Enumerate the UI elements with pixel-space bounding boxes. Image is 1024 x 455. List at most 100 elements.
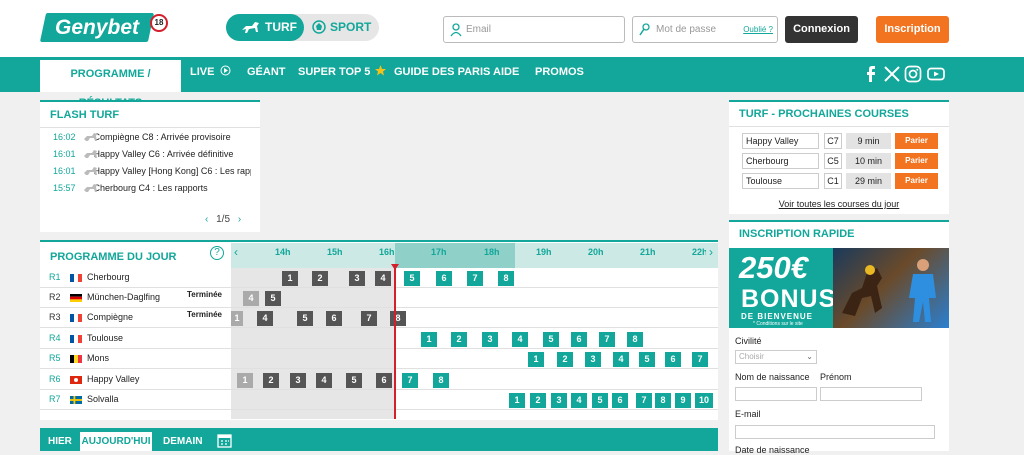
flash-item[interactable]: 16:02 Compiègne C8 : Arrivée provisoire xyxy=(53,132,251,142)
course-square[interactable]: 7 xyxy=(361,311,377,326)
course-square[interactable]: 4 xyxy=(243,291,259,306)
x-icon[interactable] xyxy=(883,65,901,83)
course-square[interactable]: 1 xyxy=(528,352,544,367)
course-square[interactable]: 9 xyxy=(675,393,691,408)
nom-label: Nom de naissance xyxy=(735,372,810,382)
course-square[interactable]: 8 xyxy=(390,311,406,326)
password-field[interactable]: Mot de passe Oublié ? xyxy=(632,16,778,43)
email-label: E-mail xyxy=(735,409,761,419)
chevron-right-icon[interactable]: › xyxy=(238,214,241,225)
voir-toutes-link[interactable]: Voir toutes les courses du jour xyxy=(729,199,949,209)
course-square[interactable]: 5 xyxy=(404,271,420,286)
parier-button[interactable]: Parier xyxy=(895,133,938,149)
course-square[interactable]: 1 xyxy=(421,332,437,347)
flash-item[interactable]: 15:57 Cherbourg C4 : Les rapports xyxy=(53,183,251,193)
course-square[interactable]: 5 xyxy=(639,352,655,367)
civilite-select[interactable]: Choisir ⌄ xyxy=(735,350,817,364)
course-square[interactable]: 7 xyxy=(467,271,483,286)
course-square[interactable]: 6 xyxy=(665,352,681,367)
course-square[interactable]: 5 xyxy=(543,332,559,347)
course-square[interactable]: 4 xyxy=(613,352,629,367)
forgot-password-link[interactable]: Oublié ? xyxy=(743,17,773,42)
genybet-logo[interactable]: Genybet xyxy=(39,13,155,42)
course-square[interactable]: 6 xyxy=(376,373,392,388)
youtube-icon[interactable] xyxy=(927,65,945,83)
course-square[interactable]: 10 xyxy=(695,393,713,408)
chevron-left-icon[interactable]: ‹ xyxy=(205,214,208,225)
course-square[interactable]: 6 xyxy=(436,271,452,286)
course-square[interactable]: 8 xyxy=(433,373,449,388)
nav-super-top-5[interactable]: SUPER TOP 5 xyxy=(298,57,387,92)
flash-item[interactable]: 16:01 Happy Valley [Hong Kong] C6 : Les r… xyxy=(53,166,251,176)
course-square[interactable]: 7 xyxy=(692,352,708,367)
nav-promos[interactable]: PROMOS xyxy=(535,57,584,92)
course-square[interactable]: 7 xyxy=(402,373,418,388)
course-square[interactable]: 7 xyxy=(599,332,615,347)
bonus-banner[interactable]: 250€ BONUS DE BIENVENUE * Conditions sur… xyxy=(729,248,949,328)
course-square[interactable]: 4 xyxy=(512,332,528,347)
course-square[interactable]: 4 xyxy=(375,271,391,286)
course-square[interactable]: 8 xyxy=(498,271,514,286)
course-square[interactable]: 2 xyxy=(263,373,279,388)
turf-toggle[interactable]: TURF xyxy=(226,14,304,41)
course-square[interactable]: 3 xyxy=(290,373,306,388)
nav-aide[interactable]: AIDE xyxy=(493,57,519,92)
day-hier[interactable]: HIER xyxy=(48,428,72,451)
course-square[interactable]: 1 xyxy=(509,393,525,408)
nav-live-label: LIVE xyxy=(190,66,215,78)
course-square[interactable]: 8 xyxy=(655,393,671,408)
reunion-row[interactable]: R4 Toulouse xyxy=(40,329,718,349)
course-square[interactable]: 5 xyxy=(346,373,362,388)
inscription-email-input[interactable] xyxy=(735,425,935,439)
course-square[interactable]: 5 xyxy=(592,393,608,408)
course-square[interactable]: 6 xyxy=(612,393,628,408)
nav-live[interactable]: LIVE xyxy=(190,57,231,92)
connexion-button[interactable]: Connexion xyxy=(785,16,858,43)
course-square[interactable]: 4 xyxy=(257,311,273,326)
day-demain[interactable]: DEMAIN xyxy=(163,428,202,451)
chevron-right-icon[interactable]: › xyxy=(709,245,713,259)
course-square[interactable]: 8 xyxy=(627,332,643,347)
reunion-row[interactable]: R3 Compiègne Terminée xyxy=(40,308,718,328)
nav-guide-des-paris[interactable]: GUIDE DES PARIS xyxy=(394,57,490,92)
civilite-value: Choisir xyxy=(739,352,764,361)
parier-button[interactable]: Parier xyxy=(895,173,938,189)
course-square[interactable]: 1 xyxy=(237,373,253,388)
course-square[interactable]: 1 xyxy=(282,271,298,286)
nav-programme-resultats[interactable]: PROGRAMME / RÉSULTATS xyxy=(40,57,181,109)
calendar-icon[interactable] xyxy=(217,433,232,448)
course-square[interactable]: 3 xyxy=(585,352,601,367)
nom-input[interactable] xyxy=(735,387,817,401)
parier-button[interactable]: Parier xyxy=(895,153,938,169)
course-square[interactable]: 7 xyxy=(636,393,652,408)
course-square[interactable]: 5 xyxy=(297,311,313,326)
prenom-input[interactable] xyxy=(820,387,922,401)
star-icon xyxy=(375,65,387,76)
race-number: C5 xyxy=(824,153,842,169)
course-square[interactable]: 6 xyxy=(326,311,342,326)
reunion-row[interactable]: R2 München-Daglfing Terminée xyxy=(40,288,718,308)
course-square[interactable]: 2 xyxy=(312,271,328,286)
chevron-left-icon[interactable]: ‹ xyxy=(234,245,238,259)
flash-item[interactable]: 16:01 Happy Valley C6 : Arrivée définitiv… xyxy=(53,149,251,159)
course-square[interactable]: 3 xyxy=(482,332,498,347)
course-square[interactable]: 4 xyxy=(571,393,587,408)
course-square[interactable]: 2 xyxy=(557,352,573,367)
course-square[interactable]: 2 xyxy=(530,393,546,408)
day-aujourdhui[interactable]: AUJOURD'HUI xyxy=(80,432,152,451)
course-square[interactable]: 1 xyxy=(231,311,243,326)
course-square[interactable]: 6 xyxy=(571,332,587,347)
course-square[interactable]: 4 xyxy=(316,373,332,388)
course-square[interactable]: 2 xyxy=(451,332,467,347)
course-square[interactable]: 3 xyxy=(349,271,365,286)
nav-geant[interactable]: GÉANT xyxy=(247,57,286,92)
course-square[interactable]: 5 xyxy=(265,291,281,306)
help-icon[interactable]: ? xyxy=(210,246,224,260)
sport-toggle[interactable]: SPORT xyxy=(308,14,378,41)
facebook-icon[interactable] xyxy=(862,65,880,83)
course-square[interactable]: 3 xyxy=(551,393,567,408)
instagram-icon[interactable] xyxy=(904,65,922,83)
banner-amount: 250€ xyxy=(739,250,808,285)
inscription-button[interactable]: Inscription xyxy=(876,16,949,43)
email-field[interactable]: Email xyxy=(443,16,625,43)
